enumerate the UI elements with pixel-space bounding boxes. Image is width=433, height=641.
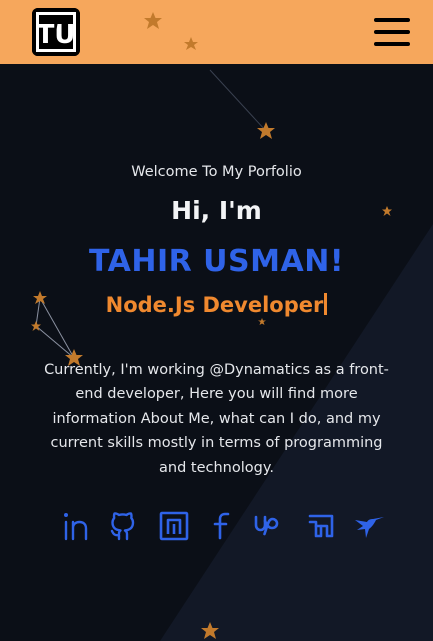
social-links [0,510,433,544]
background-diagonal [160,224,433,641]
role-typewriter: Node.Js Developer [0,293,433,317]
hummingbird-icon[interactable] [353,510,385,542]
hero-section [0,64,433,641]
fiverr-icon[interactable] [305,510,337,542]
facebook-icon[interactable] [208,510,240,542]
hamburger-menu-icon[interactable] [374,18,410,46]
welcome-text: Welcome To My Porfolio [131,164,302,180]
tu-logo-icon: TU [32,8,80,56]
upwork-icon[interactable] [254,510,286,542]
github-icon[interactable] [107,510,139,542]
greeting-heading: Hi, I'm [171,196,262,225]
name-heading: TAHIR USMAN! [89,244,344,279]
top-navbar: TU [0,0,433,64]
typing-cursor [324,293,328,315]
linkedin-icon[interactable] [61,510,93,542]
npm-icon[interactable] [158,510,190,542]
site-logo[interactable]: TU [32,8,80,56]
intro-description: Currently, I'm working @Dynamatics as a … [44,362,389,476]
role-text: Node.Js Developer [105,293,324,317]
